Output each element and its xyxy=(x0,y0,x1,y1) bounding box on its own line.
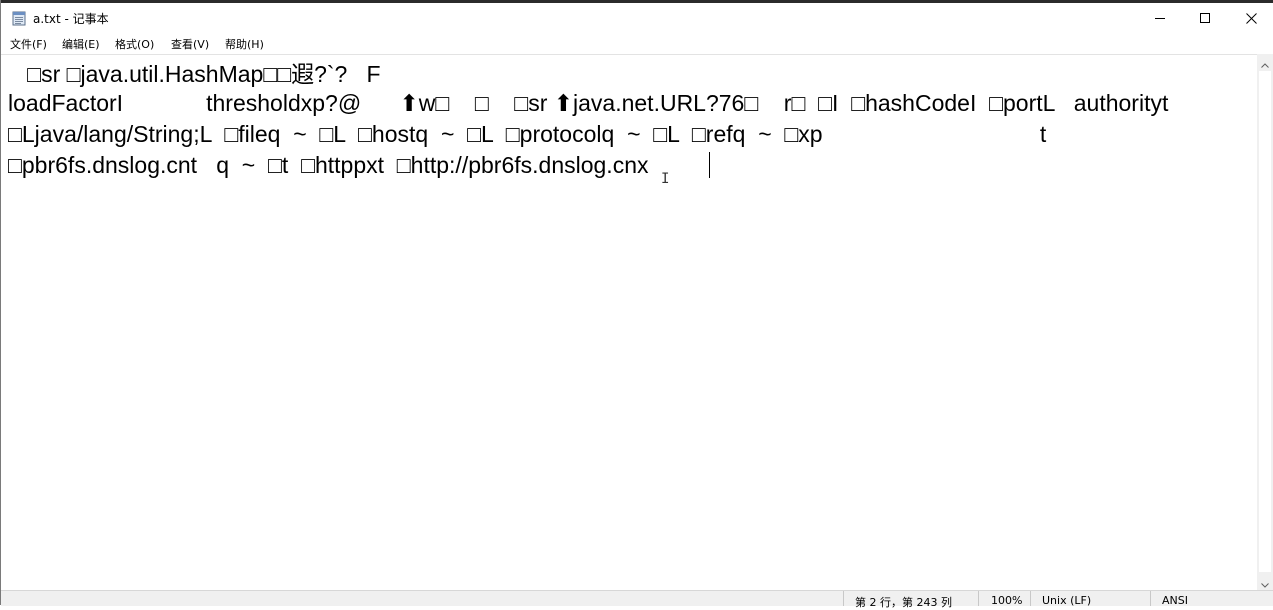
editor-line-2: loadFactorI thresholdxp?@ ⬆w□ □ □sr ⬆jav… xyxy=(8,90,1169,116)
chevron-up-icon xyxy=(1261,53,1269,72)
maximize-button[interactable] xyxy=(1182,3,1228,33)
title-bar[interactable]: a.txt - 记事本 xyxy=(1,3,1273,33)
menu-file[interactable]: 文件(F) xyxy=(8,36,49,52)
menu-edit[interactable]: 编辑(E) xyxy=(60,36,102,52)
editor-line-1: □sr □java.util.HashMap□□遐?`? F xyxy=(8,61,381,87)
maximize-icon xyxy=(1200,13,1210,23)
close-button[interactable] xyxy=(1228,3,1273,33)
scrollbar-track[interactable] xyxy=(1259,71,1271,572)
scroll-up-button[interactable] xyxy=(1257,54,1273,70)
menu-bar: 文件(F) 编辑(E) 格式(O) 查看(V) 帮助(H) xyxy=(1,33,1273,54)
window-title: a.txt - 记事本 xyxy=(33,12,109,26)
close-icon xyxy=(1245,12,1257,24)
editor-line-3: □Ljava/lang/String;L □fileq ~ □L □hostq … xyxy=(8,121,1047,147)
cursor-position: 第 2 行，第 243 列 xyxy=(855,596,952,609)
status-bar: 第 2 行，第 243 列 100% Unix (LF) ANSI xyxy=(1,590,1273,609)
minimize-button[interactable] xyxy=(1137,3,1183,33)
line-ending: Unix (LF) xyxy=(1042,594,1092,607)
menu-help[interactable]: 帮助(H) xyxy=(223,36,266,52)
status-divider xyxy=(978,591,979,606)
chevron-down-icon xyxy=(1261,573,1269,592)
notepad-window: a.txt - 记事本 文件(F) 编辑(E) 格式(O) 查看(V) 帮助(H… xyxy=(0,0,1273,609)
zoom-level: 100% xyxy=(991,594,1023,607)
status-divider xyxy=(1030,591,1031,606)
minimize-icon xyxy=(1155,13,1165,23)
text-editor-area[interactable]: □sr □java.util.HashMap□□遐?`? F loadFacto… xyxy=(1,54,1257,591)
menu-format[interactable]: 格式(O) xyxy=(113,36,156,52)
status-divider xyxy=(843,591,844,606)
vertical-scrollbar[interactable] xyxy=(1257,54,1273,590)
editor-line-4: □pbr6fs.dnslog.cnt q ~ □t □httppxt □http… xyxy=(8,152,649,178)
menu-view[interactable]: 查看(V) xyxy=(169,36,211,52)
notepad-icon xyxy=(12,10,26,26)
encoding: ANSI xyxy=(1162,594,1188,607)
scroll-down-button[interactable] xyxy=(1257,574,1273,590)
status-divider xyxy=(1150,591,1151,606)
text-caret xyxy=(709,152,710,178)
ibeam-cursor-icon: I xyxy=(661,171,670,187)
